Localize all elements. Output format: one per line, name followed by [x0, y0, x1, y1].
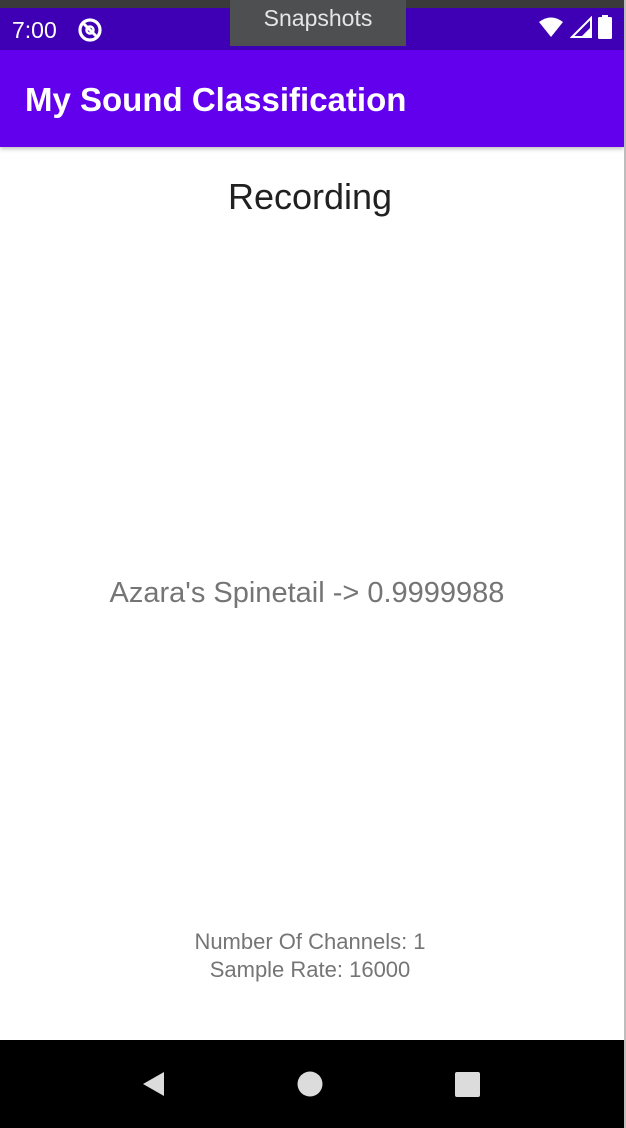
- home-icon[interactable]: [293, 1067, 327, 1101]
- status-icons: [538, 14, 612, 44]
- app-title: My Sound Classification: [25, 81, 407, 118]
- recording-status: Recording: [227, 176, 393, 217]
- app-notification-icon: [77, 17, 103, 43]
- back-icon[interactable]: [136, 1067, 170, 1101]
- snapshots-tooltip: Snapshots: [230, 0, 406, 46]
- recents-icon[interactable]: [450, 1067, 484, 1101]
- battery-icon: [598, 14, 612, 44]
- signal-icon: [569, 15, 592, 43]
- audio-info: Number Of Channels: 1 Sample Rate: 16000: [0, 928, 620, 984]
- channels-info: Number Of Channels: 1: [194, 929, 426, 954]
- app-bar: My Sound Classification: [0, 50, 624, 147]
- status-time: 7:00: [12, 17, 57, 43]
- navigation-bar: [0, 1040, 626, 1128]
- classification-result: Azara's Spinetail -> 0.9999988: [109, 577, 505, 609]
- wifi-icon: [538, 16, 564, 43]
- sample-rate-info: Sample Rate: 16000: [209, 957, 411, 982]
